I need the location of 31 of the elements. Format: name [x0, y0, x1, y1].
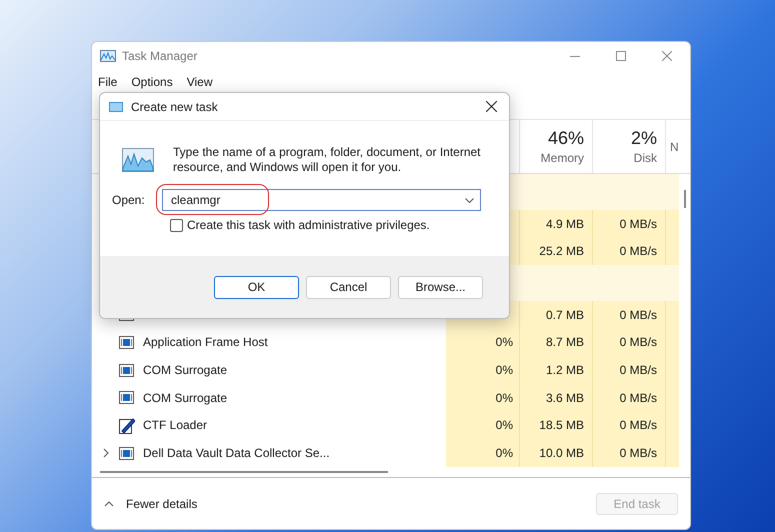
checkbox-label: Create this task with administrative privileges.	[187, 217, 430, 234]
table-cell: 0 MB/s	[593, 210, 666, 238]
table-cell: 8.7 MB	[520, 328, 593, 356]
dialog-message: Type the name of a program, folder, document, or Internet resource, and Windows will open it for you.	[173, 145, 481, 175]
table-cell: 0%	[446, 412, 520, 440]
table-cell: 3.6 MB	[520, 384, 593, 412]
process-name: COM Surrogate	[143, 390, 228, 407]
window-title: Task Manager	[122, 48, 198, 65]
process-name: CTF Loader	[143, 417, 208, 434]
table-cell: 0 MB/s	[593, 237, 666, 266]
process-name: COM Surrogate	[143, 362, 228, 380]
table-cell: 4.9 MB	[520, 210, 593, 238]
table-cell: 0%	[446, 384, 520, 412]
dialog-title: Create new task	[131, 98, 218, 116]
table-cell: 0.7 MB	[520, 300, 593, 328]
table-cell: 0 MB/s	[593, 300, 666, 328]
table-cell: 0%	[446, 356, 520, 384]
table-cell: 18.5 MB	[520, 412, 593, 440]
table-cell: 0 MB/s	[593, 412, 666, 440]
table-cell: 0 MB/s	[593, 356, 666, 384]
table-cell: 0%	[446, 439, 520, 468]
process-name: Application Frame Host	[143, 334, 268, 352]
table-cell: 1.2 MB	[520, 356, 593, 384]
open-label: Open:	[112, 192, 146, 209]
table-cell: 10.0 MB	[520, 439, 593, 468]
table-cell: 0 MB/s	[593, 328, 666, 356]
table-cell: 0 MB/s	[593, 384, 666, 412]
table-cell: 25.2 MB	[520, 237, 593, 266]
process-name: Dell Data Vault Data Collector Se...	[143, 445, 330, 462]
table-cell: 0%	[446, 328, 520, 356]
table-cell: 0 MB/s	[593, 439, 666, 468]
